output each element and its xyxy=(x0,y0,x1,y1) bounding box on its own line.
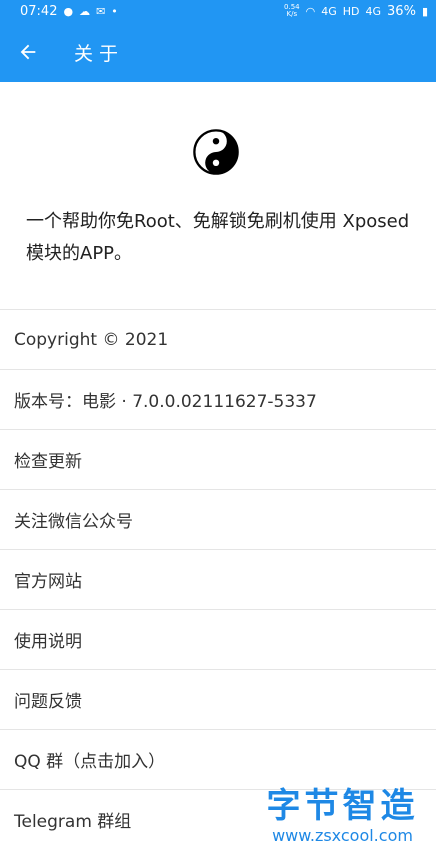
signal-label-2: 4G xyxy=(365,4,382,18)
arrow-left-icon xyxy=(20,44,36,60)
about-menu: Copyright © 2021 版本号：电影 · 7.0.0.02111627… xyxy=(0,309,436,849)
hd-label: HD xyxy=(342,4,360,18)
net-speed: 0.54 K/s xyxy=(284,4,300,18)
status-left: 07:42 ● ☁ ✉ • xyxy=(20,4,118,19)
signal-label-1: 4G xyxy=(321,4,337,18)
follow-wechat-item[interactable]: 关注微信公众号 xyxy=(0,489,436,549)
official-website-item[interactable]: 官方网站 xyxy=(0,549,436,609)
notification-icon: ● xyxy=(63,4,74,18)
copyright-item: Copyright © 2021 xyxy=(0,309,436,369)
watermark-url: www.zsxcool.com xyxy=(272,826,413,845)
net-speed-unit: K/s xyxy=(286,10,298,18)
check-update-item[interactable]: 检查更新 xyxy=(0,429,436,489)
wifi-icon: ◠ xyxy=(305,4,316,18)
version-item[interactable]: 版本号：电影 · 7.0.0.02111627-5337 xyxy=(0,369,436,429)
status-time: 07:42 xyxy=(20,3,58,19)
page-title: 关于 xyxy=(74,42,125,65)
back-button[interactable] xyxy=(0,22,56,82)
feedback-item[interactable]: 问题反馈 xyxy=(0,669,436,729)
battery-icon: ▮ xyxy=(421,4,428,18)
more-notifications-icon: • xyxy=(111,4,118,18)
weather-icon: ☁ xyxy=(79,4,91,18)
status-bar: 07:42 ● ☁ ✉ • 0.54 K/s ◠ 4G HD 4G 36% ▮ xyxy=(0,0,436,22)
status-right: 0.54 K/s ◠ 4G HD 4G 36% ▮ xyxy=(284,4,428,19)
battery-level: 36% xyxy=(387,3,416,19)
app-description: 一个帮助你免Root、免解锁免刷机使用 Xposed 模块的APP。 xyxy=(26,211,410,264)
wechat-icon: ✉ xyxy=(96,4,106,18)
about-header: 一个帮助你免Root、免解锁免刷机使用 Xposed 模块的APP。 xyxy=(0,82,436,309)
qq-group-item[interactable]: QQ 群（点击加入） xyxy=(0,729,436,789)
yin-yang-icon xyxy=(193,129,239,175)
app-bar: 关于 xyxy=(0,22,436,82)
watermark: 字节智造 www.zsxcool.com xyxy=(255,786,430,846)
user-guide-item[interactable]: 使用说明 xyxy=(0,609,436,669)
watermark-title: 字节智造 xyxy=(266,786,419,826)
